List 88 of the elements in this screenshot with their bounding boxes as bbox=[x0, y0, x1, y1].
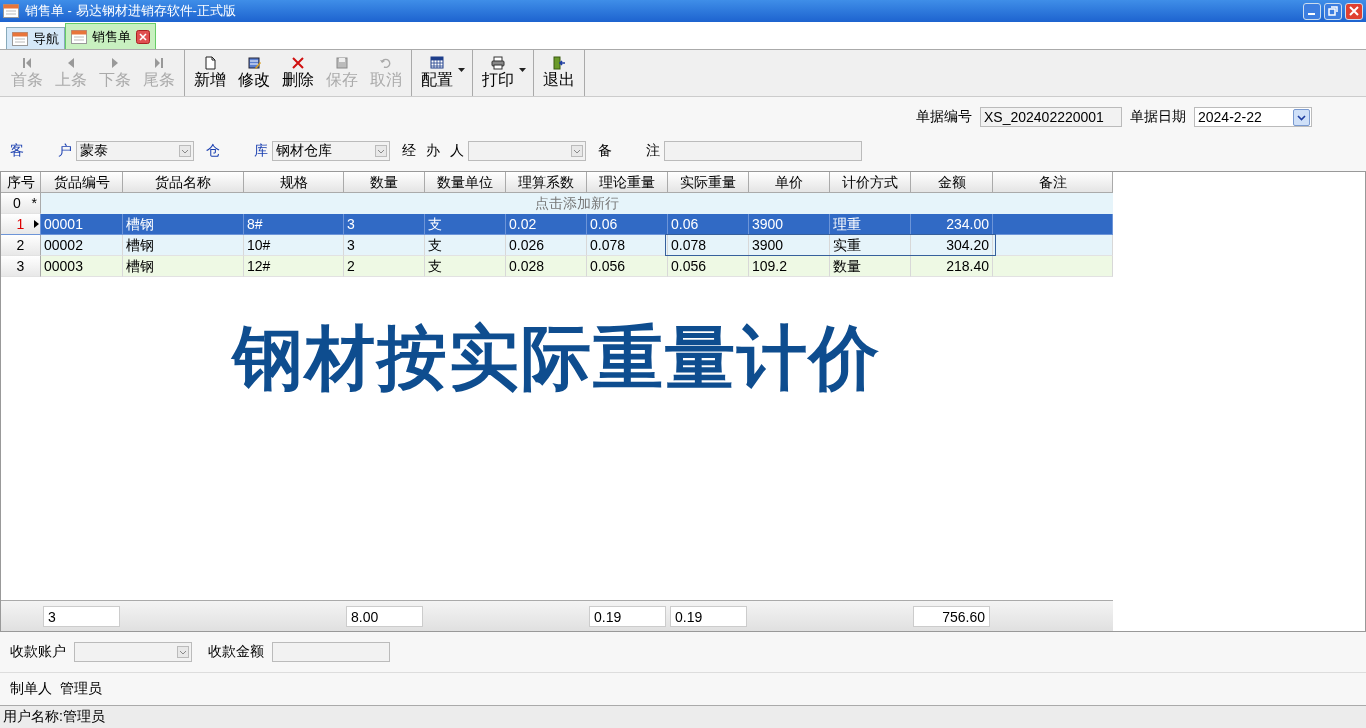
toolbar-button[interactable]: 删除 bbox=[276, 50, 320, 96]
table-cell: 109.2 bbox=[749, 256, 830, 277]
table-cell: 0.056 bbox=[668, 256, 749, 277]
column-header[interactable]: 规格 bbox=[244, 172, 344, 193]
toolbar-icon bbox=[152, 55, 166, 70]
input-field[interactable] bbox=[664, 141, 862, 161]
total-field: 0.19 bbox=[670, 605, 747, 627]
row-number: 1 bbox=[1, 214, 41, 235]
row-number: 2 bbox=[1, 235, 41, 256]
date-picker[interactable]: 2024-2-22 bbox=[1194, 107, 1312, 127]
toolbar-icon bbox=[20, 55, 34, 70]
column-header[interactable]: 数量单位 bbox=[425, 172, 506, 193]
close-icon[interactable] bbox=[136, 29, 150, 44]
tab[interactable]: 销售单 bbox=[65, 23, 156, 49]
dropdown-field[interactable] bbox=[74, 642, 192, 662]
dropdown-field[interactable] bbox=[468, 141, 586, 161]
column-header[interactable]: 计价方式 bbox=[830, 172, 911, 193]
column-header[interactable]: 单价 bbox=[749, 172, 830, 193]
table-cell: 数量 bbox=[830, 256, 911, 277]
add-row-prompt[interactable]: 点击添加新行 bbox=[535, 195, 619, 211]
toolbar-icon bbox=[247, 55, 261, 70]
table-cell: 0.028 bbox=[506, 256, 587, 277]
table-cell: 00003 bbox=[41, 256, 123, 277]
close-icon bbox=[1349, 6, 1359, 16]
toolbar-icon bbox=[552, 55, 566, 70]
field-label: 单据日期 bbox=[1130, 108, 1186, 126]
dropdown-field[interactable]: 钢材仓库 bbox=[272, 141, 390, 161]
total-field: 756.60 bbox=[913, 605, 990, 627]
table-cell: 2 bbox=[344, 256, 425, 277]
column-header[interactable]: 实际重量 bbox=[668, 172, 749, 193]
maker-name: 管理员 bbox=[60, 680, 102, 698]
toolbar-button[interactable]: 打印 bbox=[476, 50, 530, 96]
field-label: 备注 bbox=[598, 142, 660, 160]
column-header[interactable]: 理算系数 bbox=[506, 172, 587, 193]
table-cell: 12# bbox=[244, 256, 344, 277]
column-header[interactable]: 理论重量 bbox=[587, 172, 668, 193]
total-field: 8.00 bbox=[346, 605, 423, 627]
field-label: 仓库 bbox=[206, 142, 268, 160]
calendar-icon bbox=[71, 29, 87, 44]
restore-icon bbox=[1328, 6, 1338, 16]
toolbar-icon bbox=[203, 55, 217, 70]
table-row[interactable]: 1 00001 槽钢 8# 3 支 0.02 0.06 0.06 3900 理重 234.00 bbox=[1, 214, 1113, 235]
document-number-field[interactable]: XS_202402220001 bbox=[980, 107, 1122, 127]
column-header[interactable]: 数量 bbox=[344, 172, 425, 193]
row-number: 0 bbox=[13, 195, 21, 211]
table-row[interactable]: 3 00003 槽钢 12# 2 支 0.028 0.056 0.056 109.2 数量 218.40 bbox=[1, 256, 1113, 277]
dropdown-field[interactable]: 蒙泰 bbox=[76, 141, 194, 161]
input-field[interactable] bbox=[272, 642, 390, 662]
table-cell: 218.40 bbox=[911, 256, 993, 277]
caret-icon bbox=[458, 68, 465, 72]
total-field: 0.19 bbox=[589, 605, 666, 627]
toolbar-icon bbox=[430, 55, 444, 70]
calendar-icon bbox=[3, 4, 19, 18]
toolbar-icon bbox=[491, 55, 505, 70]
field-label: 制单人 bbox=[10, 680, 52, 698]
table-cell: 槽钢 bbox=[123, 256, 244, 277]
row-number: 3 bbox=[1, 256, 41, 277]
toolbar-icon bbox=[335, 55, 349, 70]
field-label: 收款金额 bbox=[208, 643, 264, 661]
field-label: 经办人 bbox=[402, 142, 464, 160]
table-cell: 支 bbox=[425, 256, 506, 277]
column-header[interactable]: 备注 bbox=[993, 172, 1113, 193]
total-field: 3 bbox=[43, 605, 120, 627]
toolbar-button[interactable]: 配置 bbox=[415, 50, 469, 96]
field-label: 收款账户 bbox=[10, 643, 66, 661]
column-header[interactable]: 金额 bbox=[911, 172, 993, 193]
current-row-icon bbox=[34, 220, 39, 228]
caption-text: 钢材按实际重量计价 bbox=[230, 319, 882, 399]
column-header[interactable]: 序号 bbox=[1, 172, 41, 193]
field-label: 客户 bbox=[10, 142, 72, 160]
minimize-button[interactable] bbox=[1303, 2, 1321, 20]
field-label: 单据编号 bbox=[916, 108, 972, 126]
window-title: 销售单 - 易达钢材进销存软件-正式版 bbox=[25, 2, 236, 20]
close-button[interactable] bbox=[1345, 2, 1363, 20]
tab[interactable]: 导航 bbox=[6, 27, 65, 49]
calendar-icon bbox=[12, 31, 28, 46]
table-cell: 0.056 bbox=[587, 256, 668, 277]
restore-button[interactable] bbox=[1324, 2, 1342, 20]
new-row-marker: * bbox=[31, 194, 37, 213]
table-row[interactable]: 2 00002 槽钢 10# 3 支 0.026 0.078 0.078 3900 实重 304.20 bbox=[1, 235, 1113, 256]
caret-icon bbox=[519, 68, 526, 72]
toolbar-icon bbox=[291, 55, 305, 70]
column-header[interactable]: 货品名称 bbox=[123, 172, 244, 193]
toolbar-button[interactable]: 新增 bbox=[188, 50, 232, 96]
status-text: 用户名称:管理员 bbox=[3, 708, 105, 726]
column-header[interactable]: 货品编号 bbox=[41, 172, 123, 193]
toolbar-button[interactable]: 修改 bbox=[232, 50, 276, 96]
toolbar-button[interactable]: 退出 bbox=[537, 50, 581, 96]
